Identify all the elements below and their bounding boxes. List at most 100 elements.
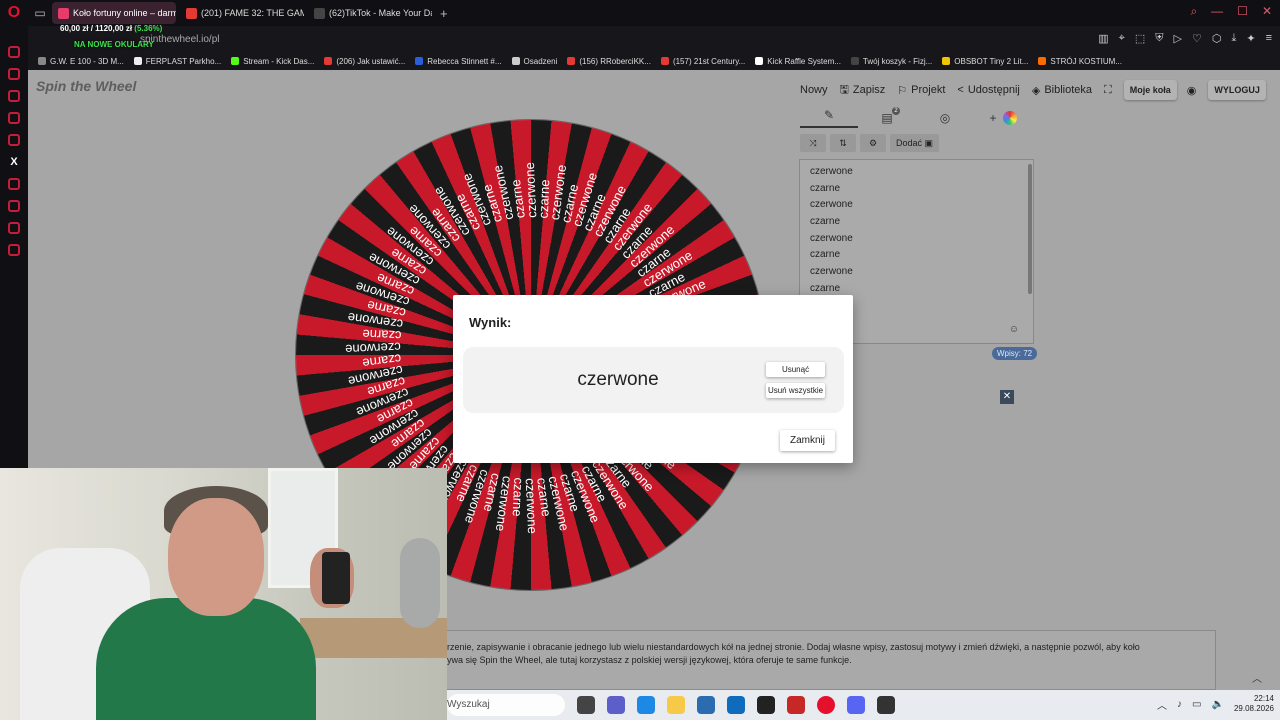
minimize-icon[interactable]: — <box>1211 4 1223 19</box>
split-screen-icon[interactable]: ▥ <box>1098 32 1108 45</box>
bookmark-item[interactable]: Kick Raffle System... <box>755 57 841 66</box>
bookmark-favicon-icon <box>324 57 333 65</box>
opera-logo-icon[interactable]: O <box>0 0 28 26</box>
sidebar-app-icon[interactable] <box>8 46 20 58</box>
bookmark-item[interactable]: (156) RRoberciKK... <box>567 57 651 66</box>
extensions-icon[interactable]: ⬡ <box>1212 32 1222 45</box>
ai-icon[interactable]: ✦ <box>1246 32 1255 45</box>
menu-icon[interactable]: ≡ <box>1266 32 1272 45</box>
sidebar-app-icon[interactable] <box>8 90 20 102</box>
project-button[interactable]: ⚐ Projekt <box>897 84 945 97</box>
bookmark-item[interactable]: Stream - Kick Das... <box>231 57 314 66</box>
bookmark-favicon-icon <box>850 57 859 65</box>
language-icon[interactable]: ◉ <box>1187 84 1197 97</box>
bookmark-label: FERPLAST Parkho... <box>145 56 222 66</box>
my-wheels-button[interactable]: Moje koła <box>1123 80 1177 100</box>
hide-eye-icon[interactable]: ◎ <box>916 111 974 125</box>
add-theme-button[interactable]: + <box>974 111 1032 126</box>
library-button[interactable]: ◈ Biblioteka <box>1032 84 1092 97</box>
close-icon[interactable]: ✕ <box>1262 4 1272 19</box>
sidebar-app-icon[interactable] <box>8 112 20 124</box>
youtube-icon <box>186 7 197 19</box>
shuffle-icon[interactable]: ⤨ <box>800 134 826 152</box>
new-tab-button[interactable]: + <box>440 6 448 21</box>
maximize-icon[interactable]: ☐ <box>1237 4 1248 19</box>
task-view-icon[interactable] <box>577 696 595 714</box>
edge-icon[interactable] <box>637 696 655 714</box>
bookmark-item[interactable]: Osadzeni <box>511 57 557 66</box>
opera-icon[interactable] <box>817 696 835 714</box>
bookmark-favicon-icon <box>511 57 520 65</box>
remove-button[interactable]: Usunąć <box>766 362 825 377</box>
app-dark-icon[interactable] <box>877 696 895 714</box>
app-red-icon[interactable] <box>787 696 805 714</box>
download-icon[interactable]: ⤓ <box>1231 32 1236 45</box>
edit-pencil-icon[interactable]: ✎ <box>800 108 858 128</box>
site-logo[interactable]: Spin the Wheel <box>36 78 136 94</box>
entry-line: czarne <box>810 182 841 194</box>
tab-spin-wheel[interactable]: Koło fortuny online – darmo <box>52 2 176 24</box>
goal-amount: 60,00 zł / 1120,00 zł <box>60 24 133 33</box>
bookmark-item[interactable]: Rebecca Stinnett #... <box>415 57 502 66</box>
bookmark-item[interactable]: G.W. E 100 - 3D M... <box>38 57 124 66</box>
description-line: ywa się Spin the Wheel, ale tutaj korzys… <box>447 655 852 665</box>
editor-tabs: ✎ ▤ 2 ◎ + <box>800 107 1034 128</box>
bookmark-label: STRÓJ KOSTIUM... <box>1050 56 1122 66</box>
bookmark-item[interactable]: Twój koszyk - Fizj... <box>850 57 932 66</box>
shield-icon[interactable]: ⛨ <box>1155 32 1163 45</box>
tab-youtube-fame[interactable]: (201) FAME 32: THE GAME <box>180 2 304 24</box>
scroll-up-icon[interactable]: ︿ <box>1252 670 1262 685</box>
taskbar-search[interactable]: Wyszukaj <box>447 694 565 716</box>
close-button[interactable]: Zamknij <box>779 430 835 451</box>
pin-icon[interactable]: ⌖ <box>1119 32 1125 45</box>
webcam-phone <box>322 552 350 604</box>
tab-tiktok[interactable]: (62)TikTok - Make Your Day <box>308 2 432 24</box>
network-icon[interactable]: ▭ <box>1192 699 1201 710</box>
bookmark-item[interactable]: (157) 21st Century... <box>660 57 745 66</box>
volume-icon[interactable]: 🔈 <box>1212 699 1224 710</box>
fullscreen-icon[interactable]: ⛶ <box>1104 84 1112 97</box>
bookmark-item[interactable]: FERPLAST Parkho... <box>133 56 222 66</box>
microphone-icon[interactable]: ♪ <box>1177 699 1182 710</box>
play-icon[interactable]: ▷ <box>1174 32 1182 45</box>
save-button[interactable]: 🖫 Zapisz <box>840 81 886 100</box>
sidebar-app-icon[interactable] <box>8 222 20 234</box>
webcam-person-face <box>168 498 264 616</box>
file-explorer-icon[interactable] <box>667 696 685 714</box>
bookmark-item[interactable]: STRÓJ KOSTIUM... <box>1038 57 1122 66</box>
tray-chevron-icon[interactable]: ︿ <box>1157 697 1167 712</box>
sidebar-app-icon[interactable] <box>8 178 20 190</box>
remove-all-button[interactable]: Usuń wszystkie <box>766 383 825 398</box>
new-button[interactable]: Nowy <box>800 84 828 96</box>
entries-scrollbar[interactable] <box>1028 164 1032 294</box>
snapshot-icon[interactable]: ⬚ <box>1135 32 1145 45</box>
sort-icon[interactable]: ⇅ <box>830 134 856 152</box>
bookmark-item[interactable]: OBSBOT Tiny 2 Lit... <box>942 57 1028 66</box>
clock-icon[interactable] <box>8 200 20 212</box>
results-clipboard-icon[interactable]: ▤ 2 <box>858 107 916 125</box>
search-icon[interactable]: ⌕ <box>1190 4 1197 19</box>
outlook-icon[interactable] <box>727 696 745 714</box>
store-icon[interactable] <box>697 696 715 714</box>
emoji-icon[interactable]: ☺ <box>1009 324 1019 335</box>
taskbar-apps <box>577 696 895 714</box>
clock[interactable]: 22:14 29.08.2026 <box>1234 694 1274 714</box>
sidebar-app-icon[interactable] <box>8 134 20 146</box>
bookmark-label: G.W. E 100 - 3D M... <box>50 56 124 66</box>
settings-gear-icon[interactable]: ⚙ <box>860 134 886 152</box>
discord-icon[interactable] <box>847 696 865 714</box>
share-button[interactable]: < Udostępnij <box>957 84 1019 96</box>
heart-icon[interactable]: ♡ <box>1192 32 1202 45</box>
add-image-button[interactable]: Dodać ▣ <box>890 134 940 152</box>
ad-close-icon[interactable]: ✕ <box>1000 390 1014 404</box>
tab-menu-icon[interactable]: ▭ <box>28 0 52 26</box>
entry-line: czerwone <box>810 166 853 177</box>
obs-icon[interactable] <box>757 696 775 714</box>
bookmark-item[interactable]: (206) Jak ustawić... <box>324 57 405 66</box>
teams-icon[interactable] <box>607 696 625 714</box>
settings-icon[interactable] <box>8 244 20 256</box>
sidebar-app-icon[interactable] <box>8 68 20 80</box>
tab-label: (201) FAME 32: THE GAME <box>201 8 304 18</box>
x-twitter-icon[interactable]: X <box>10 156 17 168</box>
logout-button[interactable]: WYLOGUJ <box>1208 80 1266 100</box>
